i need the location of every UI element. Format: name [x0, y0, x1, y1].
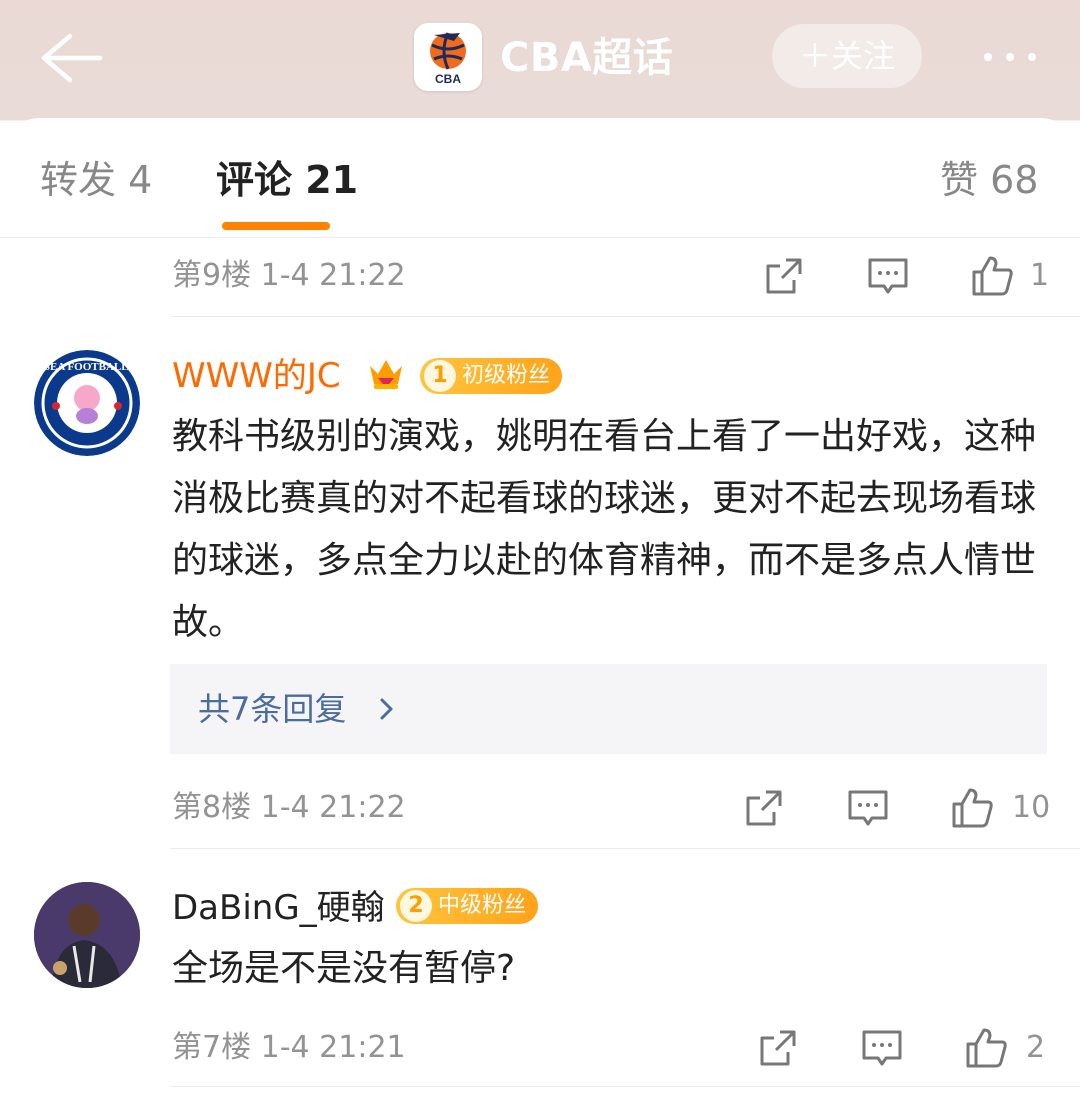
back-arrow-icon	[41, 33, 103, 83]
divider	[170, 848, 1080, 849]
share-icon	[766, 258, 802, 294]
comment-text: 教科书级别的演戏，姚明在看台上看了一出好戏，这种消极比赛真的对不起看球的球迷，更…	[172, 416, 1037, 643]
like-button[interactable]	[968, 252, 1016, 300]
badge-label: 初级粉丝	[462, 363, 551, 388]
avatar[interactable]: CHELSEA FOOTBALL CLUB	[34, 350, 140, 456]
share-button[interactable]	[740, 784, 788, 832]
divider	[170, 1086, 1080, 1087]
replies-label: 共7条回复	[198, 690, 347, 728]
active-tab-indicator	[222, 222, 330, 230]
reply-button[interactable]	[864, 252, 912, 300]
comment-meta-row: 第8楼 1-4 21:22 10	[0, 772, 1080, 844]
badge-level: 1	[424, 360, 456, 392]
share-icon	[746, 790, 782, 826]
floor-timestamp: 第9楼 1-4 21:22	[172, 258, 406, 293]
topic-title[interactable]: CBA超话	[500, 30, 673, 86]
like-button[interactable]	[962, 1024, 1010, 1072]
comment-meta-row: 第9楼 1-4 21:22 1	[0, 240, 1080, 312]
reply-button[interactable]	[844, 784, 892, 832]
share-button[interactable]	[754, 1024, 802, 1072]
fan-badge: 2 中级粉丝	[396, 888, 539, 924]
more-button[interactable]	[976, 30, 1044, 82]
share-icon	[760, 1030, 796, 1066]
like-button[interactable]	[948, 784, 996, 832]
username[interactable]: WWW的JC	[172, 354, 341, 398]
floor-timestamp: 第8楼 1-4 21:22	[172, 790, 406, 825]
topic-logo[interactable]: CBA	[414, 23, 482, 91]
comments-card: 转发 4 评论 21 赞 68 第9楼 1-4 21:22 1 LSEA FOO…	[0, 118, 1080, 1100]
comment-icon	[848, 790, 888, 826]
view-replies-button[interactable]: 共7条回复	[170, 664, 1047, 754]
chevron-right-icon	[380, 698, 393, 720]
share-button[interactable]	[760, 252, 808, 300]
username[interactable]: DaBinG_硬翰	[172, 886, 385, 930]
chelsea-badge-icon: CHELSEA FOOTBALL CLUB	[34, 350, 140, 456]
back-button[interactable]	[36, 28, 106, 88]
tab-repost[interactable]: 转发 4	[40, 156, 152, 204]
reply-button[interactable]	[858, 1024, 906, 1072]
comment-icon	[862, 1030, 902, 1066]
like-count: 2	[1026, 1030, 1046, 1065]
like-count: 10	[1012, 790, 1051, 825]
user-photo-icon	[34, 882, 140, 988]
crown-icon	[370, 360, 402, 389]
svg-text:CHELSEA FOOTBALL CLUB: CHELSEA FOOTBALL CLUB	[34, 361, 140, 373]
divider	[170, 316, 1080, 317]
badge-label: 中级粉丝	[438, 893, 527, 918]
like-icon	[972, 256, 1013, 296]
tab-likes[interactable]: 赞 68	[940, 156, 1038, 204]
badge-level: 2	[400, 890, 432, 922]
tab-comments[interactable]: 评论 21	[216, 156, 358, 204]
comment-icon	[868, 258, 908, 294]
cba-logo-icon: CBA	[430, 32, 466, 86]
like-icon	[952, 788, 993, 828]
comment-meta-row: 第7楼 1-4 21:21 2	[0, 1012, 1080, 1084]
fan-badge: 1 初级粉丝	[420, 358, 563, 394]
tab-bar: 转发 4 评论 21 赞 68	[0, 118, 1080, 238]
svg-text:CBA: CBA	[435, 72, 461, 86]
avatar[interactable]	[34, 882, 140, 988]
comment-text: 全场是不是没有暂停?	[172, 948, 516, 989]
top-bar: CBA CBA超话 ＋关注	[0, 0, 1080, 118]
like-count: 1	[1030, 258, 1050, 293]
like-icon	[966, 1028, 1007, 1068]
follow-button[interactable]: ＋关注	[772, 24, 922, 88]
more-icon	[984, 53, 992, 61]
floor-timestamp: 第7楼 1-4 21:21	[172, 1030, 406, 1065]
